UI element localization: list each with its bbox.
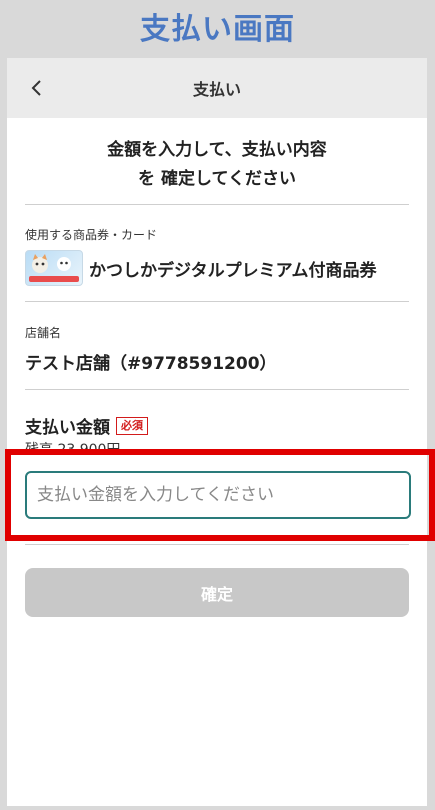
- amount-label: 支払い金額: [25, 418, 110, 438]
- voucher-row: かつしかデジタルプレミアム付商品券: [25, 250, 376, 286]
- voucher-image: [25, 250, 83, 286]
- instruction-line-1: 金額を入力して、支払い内容: [107, 140, 327, 160]
- instruction-headline: 金額を入力して、支払い内容 を 確定してください: [7, 136, 427, 194]
- divider: [25, 204, 409, 205]
- store-name: テスト店舗（#9778591200）: [25, 354, 277, 374]
- confirm-button[interactable]: 確定: [25, 568, 409, 617]
- chevron-left-icon: [31, 80, 41, 96]
- required-badge: 必須: [116, 416, 148, 435]
- divider: [25, 389, 409, 390]
- phone-screen: 支払い 金額を入力して、支払い内容 を 確定してください 使用する商品券・カード…: [5, 58, 435, 806]
- amount-title: 支払い金額 必須: [25, 413, 148, 438]
- screen-caption: 支払い画面: [140, 12, 295, 47]
- instruction-line-2: を 確定してください: [138, 169, 296, 189]
- divider: [25, 544, 409, 545]
- nav-bar: 支払い: [7, 58, 427, 118]
- voucher-label: 使用する商品券・カード: [25, 228, 158, 242]
- back-button[interactable]: [23, 74, 51, 102]
- divider: [25, 301, 409, 302]
- nav-title: 支払い: [192, 80, 241, 99]
- store-label: 店舗名: [25, 326, 62, 340]
- voucher-name: かつしかデジタルプレミアム付商品券: [89, 260, 377, 281]
- amount-input[interactable]: [25, 471, 411, 519]
- balance-text: 残高 23,900円: [25, 442, 121, 453]
